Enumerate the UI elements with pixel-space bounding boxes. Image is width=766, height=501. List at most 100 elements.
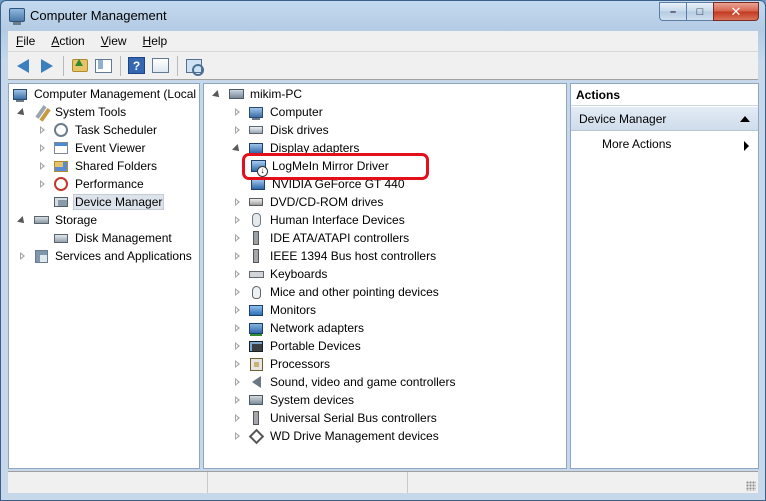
tree-item-storage[interactable]: Storage bbox=[18, 211, 99, 229]
expand-toggle[interactable] bbox=[233, 233, 242, 243]
tree-root-computer-management[interactable]: Computer Management (Local bbox=[12, 85, 198, 103]
menu-action[interactable]: Action bbox=[43, 34, 92, 48]
collapse-arrow-icon[interactable] bbox=[740, 116, 750, 122]
device-item-keyboards[interactable]: Keyboards bbox=[233, 265, 329, 283]
toolbar-separator bbox=[63, 55, 64, 76]
console-tree-pane[interactable]: Computer Management (Local System Tools T… bbox=[8, 83, 200, 469]
tree-item-label: Event Viewer bbox=[75, 141, 146, 155]
maximize-button[interactable]: □ bbox=[686, 2, 713, 21]
tree-item-disk-management[interactable]: Disk Management bbox=[38, 229, 174, 247]
storage-icon bbox=[33, 212, 49, 228]
device-item-disk-drives[interactable]: Disk drives bbox=[233, 121, 331, 139]
tree-item-task-scheduler[interactable]: Task Scheduler bbox=[38, 121, 159, 139]
device-item-label: LogMeIn Mirror Driver bbox=[272, 159, 389, 173]
device-item-ide-ata-atapi-controllers[interactable]: IDE ATA/ATAPI controllers bbox=[233, 229, 411, 247]
expand-toggle[interactable] bbox=[233, 413, 242, 423]
scan-hardware-button[interactable] bbox=[183, 56, 204, 75]
device-item-label: System devices bbox=[270, 393, 355, 407]
help-button[interactable]: ? bbox=[126, 56, 147, 75]
expand-toggle[interactable] bbox=[233, 377, 242, 387]
properties-button[interactable] bbox=[150, 56, 171, 75]
device-item-label: NVIDIA GeForce GT 440 bbox=[272, 177, 405, 191]
device-item-nvidia-geforce-gt-440[interactable]: NVIDIA GeForce GT 440 bbox=[250, 175, 407, 193]
actions-section-device-manager[interactable]: Device Manager bbox=[571, 107, 758, 131]
expand-toggle[interactable] bbox=[233, 125, 242, 135]
up-one-level-button[interactable] bbox=[69, 56, 90, 75]
menu-bar: File Action View Help bbox=[8, 31, 758, 52]
tree-item-performance[interactable]: Performance bbox=[38, 175, 146, 193]
expand-toggle[interactable] bbox=[213, 90, 222, 99]
expand-toggle[interactable] bbox=[233, 359, 242, 369]
status-cell bbox=[208, 472, 408, 493]
computer-icon bbox=[248, 104, 264, 120]
menu-view[interactable]: View bbox=[93, 34, 135, 48]
expand-toggle[interactable] bbox=[233, 144, 242, 153]
toolbar: ? bbox=[8, 52, 758, 80]
expand-toggle[interactable] bbox=[38, 179, 47, 189]
device-item-logmein-mirror-driver[interactable]: LogMeIn Mirror Driver bbox=[250, 157, 391, 177]
tree-item-device-manager[interactable]: Device Manager bbox=[38, 193, 165, 211]
resize-grip-icon[interactable] bbox=[746, 481, 756, 491]
dvd-drive-icon bbox=[248, 194, 264, 210]
device-tree-root[interactable]: mikim-PC bbox=[213, 85, 304, 103]
menu-help-rest: elp bbox=[151, 34, 168, 48]
tools-icon bbox=[33, 104, 49, 120]
expand-toggle[interactable] bbox=[18, 108, 27, 117]
tree-item-event-viewer[interactable]: Event Viewer bbox=[38, 139, 147, 157]
expand-toggle[interactable] bbox=[233, 305, 242, 315]
logmein-driver-icon bbox=[250, 158, 268, 177]
expand-toggle[interactable] bbox=[233, 197, 242, 207]
expand-toggle[interactable] bbox=[233, 287, 242, 297]
device-item-mice-and-other-pointing-devices[interactable]: Mice and other pointing devices bbox=[233, 283, 441, 301]
device-item-computer[interactable]: Computer bbox=[233, 103, 325, 121]
expand-toggle[interactable] bbox=[233, 431, 242, 441]
disk-drive-icon bbox=[248, 122, 264, 138]
expand-toggle[interactable] bbox=[233, 323, 242, 333]
device-item-sound-video-and-game-controllers[interactable]: Sound, video and game controllers bbox=[233, 373, 457, 391]
expand-toggle[interactable] bbox=[38, 143, 47, 153]
tree-item-system-tools[interactable]: System Tools bbox=[18, 103, 128, 121]
expand-toggle[interactable] bbox=[233, 395, 242, 405]
expand-toggle[interactable] bbox=[18, 251, 27, 261]
device-item-network-adapters[interactable]: Network adapters bbox=[233, 319, 366, 337]
device-tree-pane[interactable]: mikim-PC Computer Disk drives Display adap… bbox=[203, 83, 567, 469]
device-item-portable-devices[interactable]: Portable Devices bbox=[233, 337, 363, 355]
device-item-processors[interactable]: Processors bbox=[233, 355, 332, 373]
tree-item-services-and-applications[interactable]: Services and Applications bbox=[18, 247, 194, 265]
device-manager-icon bbox=[53, 194, 69, 210]
processor-icon bbox=[248, 356, 264, 372]
expand-toggle[interactable] bbox=[18, 216, 27, 225]
expand-toggle[interactable] bbox=[233, 215, 242, 225]
device-item-display-adapters[interactable]: Display adapters bbox=[233, 139, 361, 157]
device-item-universal-serial-bus-controllers[interactable]: Universal Serial Bus controllers bbox=[233, 409, 439, 427]
computer-management-root-icon bbox=[12, 86, 28, 102]
device-item-human-interface-devices[interactable]: Human Interface Devices bbox=[233, 211, 407, 229]
menu-help[interactable]: Help bbox=[135, 34, 176, 48]
device-item-wd-drive-management-devices[interactable]: WD Drive Management devices bbox=[233, 427, 441, 445]
expand-toggle[interactable] bbox=[38, 125, 47, 135]
event-viewer-icon bbox=[53, 140, 69, 156]
show-hide-tree-button[interactable] bbox=[93, 56, 114, 75]
forward-button[interactable] bbox=[36, 56, 57, 75]
back-button[interactable] bbox=[12, 56, 33, 75]
close-button[interactable]: ✕ bbox=[713, 2, 759, 21]
device-item-monitors[interactable]: Monitors bbox=[233, 301, 318, 319]
actions-pane: Actions Device Manager More Actions bbox=[570, 83, 759, 469]
tree-item-label: Performance bbox=[75, 177, 144, 191]
expand-toggle[interactable] bbox=[233, 269, 242, 279]
expand-toggle[interactable] bbox=[233, 341, 242, 351]
device-item-dvd-cd-rom-drives[interactable]: DVD/CD-ROM drives bbox=[233, 193, 385, 211]
menu-file-rest: ile bbox=[23, 34, 36, 48]
window-controls: – □ ✕ bbox=[659, 2, 759, 21]
device-item-label: DVD/CD-ROM drives bbox=[270, 195, 384, 209]
device-item-ieee-1394-bus-host-controllers[interactable]: IEEE 1394 Bus host controllers bbox=[233, 247, 438, 265]
device-item-system-devices[interactable]: System devices bbox=[233, 391, 356, 409]
menu-file[interactable]: File bbox=[8, 34, 43, 48]
tree-item-shared-folders[interactable]: Shared Folders bbox=[38, 157, 159, 175]
title-bar[interactable]: Computer Management – □ ✕ bbox=[1, 1, 765, 31]
expand-toggle[interactable] bbox=[233, 107, 242, 117]
more-actions-item[interactable]: More Actions bbox=[571, 133, 758, 155]
expand-toggle[interactable] bbox=[233, 251, 242, 261]
minimize-button[interactable]: – bbox=[659, 2, 686, 21]
expand-toggle[interactable] bbox=[38, 161, 47, 171]
